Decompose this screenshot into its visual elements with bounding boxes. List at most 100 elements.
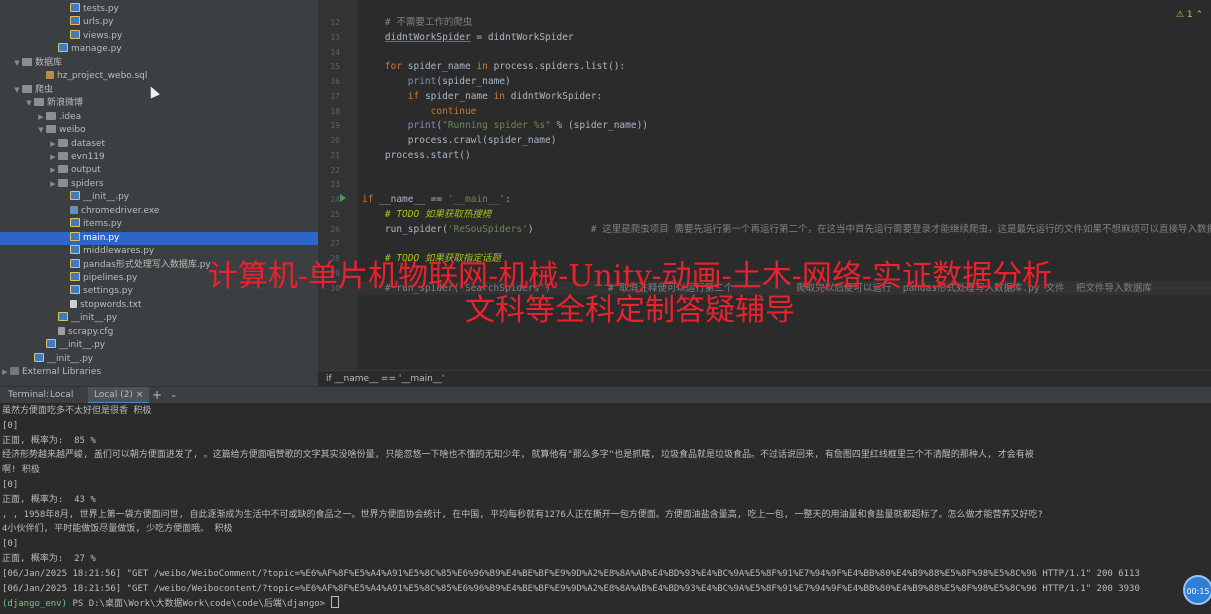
- tree-item-label: manage.py: [71, 44, 122, 55]
- close-icon[interactable]: ×: [136, 390, 144, 400]
- tree-item[interactable]: manage.py: [0, 43, 318, 56]
- folder-icon: [46, 111, 56, 120]
- py-icon: [70, 285, 80, 295]
- tree-item-label: output: [71, 165, 101, 176]
- tab-local-2[interactable]: Local (2) ×: [88, 387, 150, 404]
- tree-item-label: 新浪微博: [47, 98, 84, 109]
- tree-item[interactable]: __init__.py: [0, 352, 318, 366]
- code-line[interactable]: if spider_name in didntWorkSpider:: [362, 90, 603, 104]
- expand-arrow-icon[interactable]: ▼: [12, 84, 22, 97]
- line-number: 28: [330, 254, 340, 263]
- chevron-down-icon[interactable]: ⌄: [164, 387, 184, 404]
- expand-arrow-icon[interactable]: ▶: [48, 178, 58, 191]
- tree-item[interactable]: ▼ 新浪微博: [0, 97, 318, 110]
- tree-item[interactable]: tests.py: [0, 3, 318, 16]
- terminal-line: [0]: [2, 539, 19, 550]
- tree-item[interactable]: middlewares.py: [0, 245, 318, 258]
- tree-item[interactable]: hz_project_webo.sql: [0, 70, 318, 83]
- folder-icon: [58, 151, 68, 160]
- code-line[interactable]: continue: [362, 105, 477, 119]
- expand-arrow-icon[interactable]: ▶: [36, 111, 46, 124]
- tree-item[interactable]: urls.py: [0, 16, 318, 29]
- tree-item[interactable]: views.py: [0, 29, 318, 43]
- line-number: 12: [330, 18, 340, 27]
- code-line[interactable]: if __name__ == '__main__':: [362, 193, 511, 207]
- tree-item[interactable]: __init__.py: [0, 191, 318, 204]
- code-line[interactable]: print(spider_name): [362, 75, 511, 89]
- terminal-prompt[interactable]: (django_env) PS D:\桌面\Work\大数据Work\code\…: [2, 596, 339, 610]
- tree-item[interactable]: pandas形式处理写入数据库.py: [0, 258, 318, 272]
- tree-item[interactable]: __init__.py: [0, 312, 318, 325]
- folder-icon: [46, 125, 56, 134]
- py-icon: [70, 218, 80, 228]
- tree-item[interactable]: ▶ External Libraries: [0, 366, 318, 379]
- tree-item[interactable]: ▶ evn119: [0, 151, 318, 164]
- code-line[interactable]: process.crawl(spider_name): [362, 134, 557, 148]
- line-number: 13: [330, 32, 340, 42]
- code-line[interactable]: # TODO 如果获取热搜榜: [362, 208, 492, 222]
- folder-icon: [58, 178, 68, 187]
- tree-item[interactable]: ▶ .idea: [0, 111, 318, 124]
- tree-item[interactable]: __init__.py: [0, 339, 318, 352]
- tree-item[interactable]: settings.py: [0, 285, 318, 298]
- tree-item-label: weibo: [59, 125, 86, 136]
- tree-item[interactable]: ▶ spiders: [0, 178, 318, 191]
- code-line[interactable]: # run_spider('SearchSpiders') # 取消注释便可以运…: [362, 282, 1152, 296]
- expand-arrow-icon[interactable]: ▶: [48, 138, 58, 151]
- code-line[interactable]: for spider_name in process.spiders.list(…: [362, 60, 625, 74]
- line-number: 24: [330, 195, 340, 204]
- expand-arrow-icon[interactable]: ▼: [36, 124, 46, 137]
- tree-item-label: __init__.py: [59, 340, 106, 351]
- recording-timer-badge[interactable]: 00:15: [1183, 575, 1211, 605]
- py-icon: [70, 3, 80, 12]
- terminal-toolbar: Terminal: Local Local (2) × + ⌄: [0, 386, 1211, 404]
- tree-item-label: hz_project_webo.sql: [57, 71, 148, 82]
- tree-item-label: views.py: [83, 30, 123, 41]
- tree-item-label: External Libraries: [22, 367, 102, 378]
- tab-local[interactable]: Local: [44, 387, 79, 404]
- expand-arrow-icon[interactable]: ▶: [48, 164, 58, 177]
- line-number: 15: [330, 62, 340, 72]
- terminal-output[interactable]: 虽然方便面吃多不太好但是很香 积极 [0] 正面, 概率为: 85 % 经济形势越来越…: [0, 403, 1211, 614]
- line-gutter: 12 13 14 15 16 17 18 19 20 21 22 23 24 25 26 27 28 29 30: [318, 0, 358, 370]
- tree-item[interactable]: ▼ weibo: [0, 124, 318, 137]
- text-cursor: [330, 596, 339, 609]
- tree-item[interactable]: pipelines.py: [0, 272, 318, 285]
- line-number: 29: [330, 268, 340, 278]
- folder-icon: [58, 138, 68, 147]
- py-icon: [70, 245, 80, 255]
- terminal-line: 啊! 积极: [2, 465, 40, 476]
- tree-item-label: items.py: [83, 219, 122, 230]
- expand-arrow-icon[interactable]: ▶: [48, 151, 58, 164]
- code-line[interactable]: process.start(): [362, 149, 471, 163]
- breadcrumb[interactable]: if __name__ == '__main__': [318, 370, 1211, 386]
- tree-item-label: __init__.py: [71, 313, 118, 324]
- tree-item[interactable]: stopwords.txt: [0, 299, 318, 312]
- cfg-icon: [58, 326, 65, 335]
- terminal-line: 经济形势越来越严峻, 盖们可以朝方便面进发了, 。这篇给方便面唱赞歌的文字其实没…: [2, 450, 1034, 461]
- warning-indicator[interactable]: ⚠ 1 ⌃: [1176, 10, 1203, 20]
- tree-item[interactable]: main.py: [0, 231, 318, 245]
- folder-icon: [22, 84, 32, 93]
- tree-item[interactable]: ▼ 数据库: [0, 57, 318, 70]
- tree-item[interactable]: chromedriver.exe: [0, 205, 318, 218]
- expand-arrow-icon[interactable]: ▼: [12, 57, 22, 70]
- tree-item[interactable]: scrapy.cfg: [0, 326, 318, 339]
- tree-item-label: pipelines.py: [83, 273, 138, 283]
- tree-item-label: urls.py: [83, 17, 114, 28]
- expand-arrow-icon[interactable]: ▼: [24, 97, 34, 110]
- tree-item[interactable]: ▶ output: [0, 164, 318, 177]
- line-number: 26: [330, 224, 340, 234]
- lib-icon: [10, 367, 19, 376]
- code-line[interactable]: # TODO 如果获取指定话题: [362, 252, 501, 266]
- run-gutter-icon[interactable]: [340, 194, 346, 202]
- expand-arrow-icon[interactable]: ▶: [0, 366, 10, 379]
- code-line[interactable]: print("Running spider %s" % (spider_name…: [362, 119, 648, 133]
- code-line[interactable]: # 不需要工作的爬虫: [362, 16, 472, 30]
- code-editor[interactable]: 12 13 14 15 16 17 18 19 20 21 22 23 24 25 26 27 28 29 30 #…: [318, 0, 1211, 386]
- tree-item[interactable]: ▶ dataset: [0, 138, 318, 151]
- code-line[interactable]: run_spider('ReSouSpiders') # 这里是爬虫项目 需要先…: [362, 223, 1211, 237]
- tree-item[interactable]: items.py: [0, 218, 318, 231]
- code-line[interactable]: didntWorkSpider = didntWorkSpider: [362, 31, 574, 45]
- tree-item-label: settings.py: [83, 286, 133, 297]
